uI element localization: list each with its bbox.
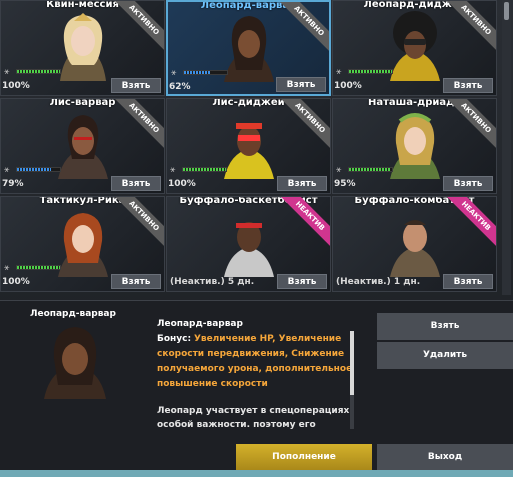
take-button[interactable]: Взять: [111, 274, 161, 289]
progress-bar: [348, 167, 393, 172]
selected-character-name: Леопард-варвар: [30, 309, 116, 319]
delete-button[interactable]: Удалить: [377, 342, 513, 369]
card-buffalo-basketballer[interactable]: Буффало-баскетболист НЕАКТИВ (Неактив.) …: [166, 196, 331, 292]
buffalo-basketballer-portrait: [223, 222, 274, 277]
card-leopard-dj[interactable]: Леопард-диджей АКТИВНО ⚹ 100% Взять: [332, 0, 497, 96]
card-percent: 100%: [334, 81, 362, 91]
inactive-duration: (Неактив.) 5 дн.: [170, 277, 255, 287]
info-scroll-track[interactable]: [350, 395, 354, 429]
skill-icon: ⚹: [4, 263, 10, 273]
card-percent: 100%: [2, 277, 30, 287]
buffalo-combatant-portrait: [389, 220, 440, 277]
inactive-duration: (Неактив.) 1 дн.: [336, 277, 421, 287]
replenish-button[interactable]: Пополнение: [236, 444, 372, 471]
card-percent: 95%: [334, 179, 356, 189]
card-leopard-barbarian[interactable]: Леопард-варвар АКТИВНО ⚹ 62% Взять: [166, 0, 331, 96]
progress-bar: [182, 167, 227, 172]
card-buffalo-combatant[interactable]: Буффало-комбатант НЕАКТИВ (Неактив.) 1 д…: [332, 196, 497, 292]
card-percent: 62%: [169, 82, 191, 92]
progress-fill: [17, 168, 51, 171]
bonus-text: Бонус: Увеличение HP, Увеличение скорост…: [157, 332, 355, 392]
card-percent: 100%: [2, 81, 30, 91]
description-text: Леопард участвует в спецоперациях особой…: [157, 406, 350, 430]
take-button[interactable]: Взять: [277, 274, 327, 289]
card-percent: 100%: [168, 179, 196, 189]
selected-character-portrait: [44, 327, 106, 399]
progress-fill: [349, 168, 390, 171]
info-title: Леопард-варвар: [157, 319, 243, 329]
progress-fill: [183, 168, 226, 171]
card-natasha-dryad[interactable]: Наташа-дриада АКТИВНО ⚹ 95% Взять: [332, 98, 497, 194]
take-button[interactable]: Взять: [443, 274, 493, 289]
skill-icon: ⚹: [170, 165, 176, 175]
skill-icon: ⚹: [336, 67, 342, 77]
card-queen-messiah[interactable]: Квин-мессия АКТИВНО ⚹ 100% Взять: [0, 0, 165, 96]
progress-bar: [16, 167, 61, 172]
skill-icon: ⚹: [336, 165, 342, 175]
progress-fill: [17, 266, 60, 269]
card-fox-barbarian[interactable]: Лис-варвар АКТИВНО ⚹ 79% Взять: [0, 98, 165, 194]
grid-scrollbar[interactable]: [502, 0, 511, 295]
card-tacticool-rika[interactable]: Тактикул-Рика АКТИВНО ⚹ 100% Взять: [0, 196, 165, 292]
take-button[interactable]: Взять: [277, 176, 327, 191]
exit-button[interactable]: Выход: [377, 444, 513, 471]
info-scroll-thumb[interactable]: [350, 331, 354, 395]
skill-icon: ⚹: [4, 67, 10, 77]
progress-bar: [348, 69, 393, 74]
grid-scroll-thumb[interactable]: [504, 2, 509, 20]
skill-icon: ⚹: [171, 68, 177, 78]
progress-fill: [349, 70, 392, 73]
progress-bar: [16, 265, 61, 270]
progress-fill: [17, 70, 60, 73]
take-button[interactable]: Взять: [276, 77, 326, 92]
take-button[interactable]: Взять: [443, 176, 493, 191]
progress-bar: [183, 70, 228, 75]
bonus-label: Бонус:: [157, 334, 192, 344]
skill-icon: ⚹: [4, 165, 10, 175]
detail-panel: Леопард-варвар Леопард-варвар Бонус: Уве…: [0, 300, 513, 477]
character-select-screen: { "cards": [ {"name": "Квин-мессия", "pe…: [0, 0, 513, 477]
take-button-main[interactable]: Взять: [377, 313, 513, 340]
character-grid: Квин-мессия АКТИВНО ⚹ 100% Взять Леопард…: [0, 0, 500, 295]
progress-bar: [16, 69, 61, 74]
progress-fill: [184, 71, 211, 74]
card-percent: 79%: [2, 179, 24, 189]
take-button[interactable]: Взять: [111, 176, 161, 191]
bottom-strip: [0, 470, 513, 477]
take-button[interactable]: Взять: [443, 78, 493, 93]
take-button[interactable]: Взять: [111, 78, 161, 93]
card-fox-dj[interactable]: Лис-диджей АКТИВНО ⚹ 100% Взять: [166, 98, 331, 194]
